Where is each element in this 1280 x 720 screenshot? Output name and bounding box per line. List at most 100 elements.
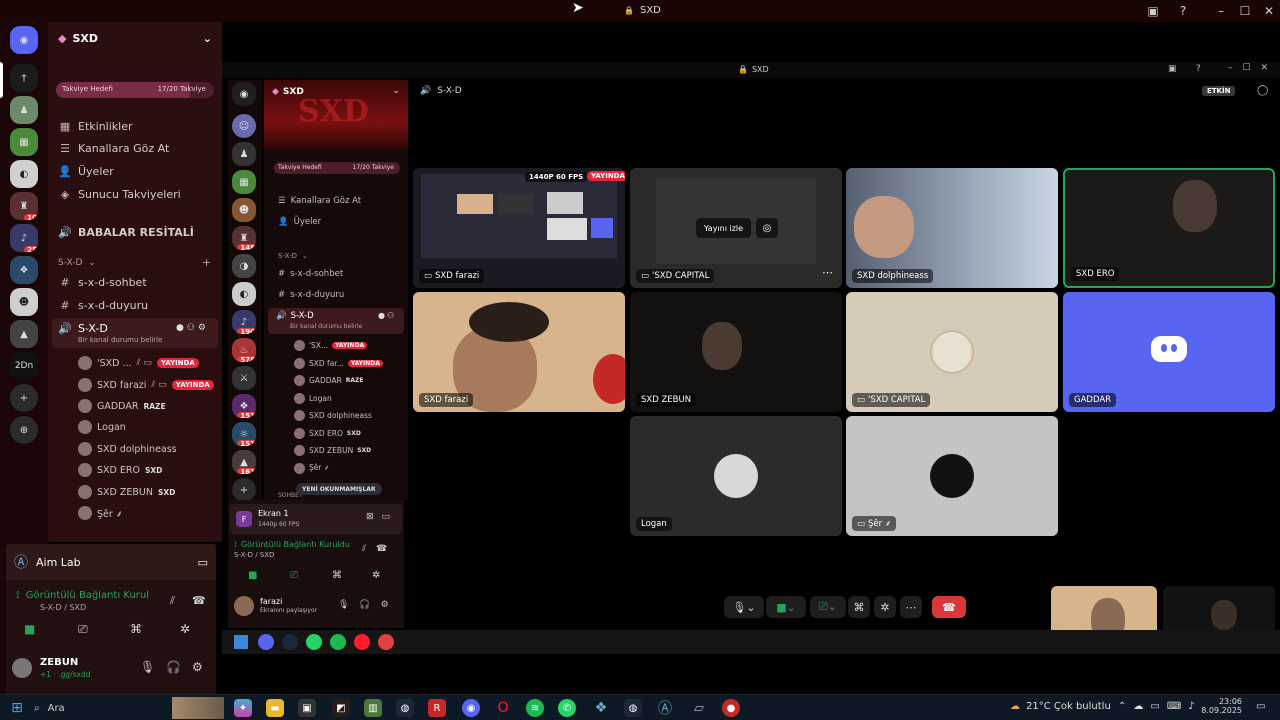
server-icon[interactable]: ♪ 25 (10, 224, 38, 252)
activity-button[interactable]: ⌘ (848, 596, 870, 618)
voice-user-row[interactable]: SXD ZEBUN SXD (78, 485, 175, 499)
avatar[interactable] (12, 658, 32, 678)
voice-user-row[interactable]: 'SXD ... ⫽ ▭ YAYINDA (78, 356, 199, 370)
tile-camera-speaking[interactable]: SXD ERO (1063, 168, 1275, 288)
activity-panel[interactable]: Ⓐ Aim Lab ▭ (6, 544, 216, 580)
taskbar-search[interactable]: ⌕ Ara (34, 699, 164, 717)
spotify-icon[interactable]: ≋ (526, 699, 544, 717)
voice-channel-actions[interactable]: ●⚇⚙ (176, 323, 209, 333)
tile-camera[interactable]: SXD farazi (413, 292, 625, 412)
app-icon[interactable]: ▥ (364, 699, 382, 717)
watch-together-icon[interactable]: ◎ (756, 218, 778, 238)
discord-icon[interactable]: ◉ (462, 699, 480, 717)
app-icon[interactable]: ● (722, 699, 740, 717)
opera-icon[interactable]: O (494, 699, 512, 717)
channel-duyuru[interactable]: # s-x-d-duyuru (58, 299, 148, 312)
app-icon[interactable]: R (428, 699, 446, 717)
headphones-icon[interactable]: 🎧 (166, 660, 181, 674)
tile-avatar[interactable]: ▭ 'SXD CAPITAL (846, 292, 1058, 412)
channel-babalar[interactable]: 🔊 BABALAR RESİTALİ (58, 226, 194, 239)
activity-icon[interactable]: ⌘ (130, 622, 154, 640)
voice-channel-active[interactable]: 🔊 S-X-D Bir kanal durumu belirle ●⚇⚙ (52, 318, 218, 348)
inbox-icon[interactable]: ▣ (1142, 2, 1164, 20)
minimize-button[interactable]: – (1210, 2, 1232, 20)
app-icon[interactable]: ◩ (332, 699, 350, 717)
more-options-button[interactable]: ⋯ (900, 596, 922, 618)
voice-connection[interactable]: ⟟ Görüntülü Bağlantı Kurul (16, 590, 149, 601)
voice-user-row[interactable]: SXD dolphineass (78, 442, 177, 456)
tray-icons[interactable]: ⌃☁▭⌨♪ (1118, 701, 1202, 712)
noise-suppression-icon[interactable]: ⫽ (170, 594, 175, 608)
app-icon[interactable]: ▣ (298, 699, 316, 717)
steam-icon[interactable]: ◍ (396, 699, 414, 717)
aimlab-icon[interactable]: Ⓐ (656, 699, 674, 717)
windows-start-icon[interactable]: ⊞ (8, 699, 26, 717)
category-sxd[interactable]: S-X-D ⌄ (58, 258, 96, 268)
voice-connection-channel[interactable]: S-X-D / SXD (40, 603, 86, 612)
server-icon[interactable]: ◐ (10, 160, 38, 188)
add-channel-icon[interactable]: + (202, 256, 211, 269)
app-icon[interactable]: ❖ (592, 699, 610, 717)
tile-camera[interactable]: SXD ZEBUN (630, 292, 842, 412)
server-icon[interactable]: ♜ 10 (10, 192, 38, 220)
tile-discord[interactable]: GADDAR (1063, 292, 1275, 412)
settings-gear-icon[interactable]: ⚙ (192, 660, 203, 674)
hangup-button[interactable]: ☎ (932, 596, 966, 618)
boost-icon: ◈ (60, 188, 70, 201)
microphone-icon[interactable]: 🎙 (140, 660, 155, 674)
menu-events[interactable]: ▦ Etkinlikler (58, 120, 133, 133)
tile-screen-share[interactable]: 1440P 60 FPS YAYINDA ▭ SXD farazi (413, 168, 625, 288)
discover-icon[interactable]: ⊕ (10, 416, 38, 444)
more-icon[interactable]: ⋯ (822, 266, 833, 279)
tile-camera[interactable]: SXD dolphineass (846, 168, 1058, 288)
voice-user-row[interactable]: SXD farazi ⫽ ▭ YAYINDA (78, 378, 214, 392)
tile-avatar[interactable]: Logan (630, 416, 842, 536)
file-explorer-icon[interactable]: ▬ (266, 699, 284, 717)
channel-sohbet[interactable]: # s-x-d-sohbet (58, 276, 146, 289)
notifications-icon[interactable]: ▭ (1256, 701, 1265, 712)
mute-button[interactable]: 🎙⌄ (724, 596, 764, 618)
voice-status[interactable]: Bir kanal durumu belirle (78, 336, 162, 344)
server-icon-sxd[interactable]: † (10, 64, 38, 92)
voice-user-row[interactable]: SXD ERO SXD (78, 463, 162, 477)
watch-stream-button[interactable]: Yayını izle (696, 218, 752, 238)
server-icon[interactable]: ♟ (10, 96, 38, 124)
voice-user-row[interactable]: Logan (78, 420, 126, 434)
current-user-name[interactable]: ZEBUN (40, 657, 78, 668)
screen-share-button[interactable]: ⎚⌄ (810, 596, 846, 618)
server-icon[interactable]: ▲ (10, 320, 38, 348)
discord-home-icon[interactable]: ◉ (10, 26, 38, 54)
server-icon[interactable]: ▦ (10, 128, 38, 156)
soundboard-button[interactable]: ✲ (874, 596, 896, 618)
clock[interactable]: 23:06 8.09.2025 (1198, 697, 1242, 715)
camera-button[interactable]: ■⌄ (766, 596, 806, 618)
avatar (294, 340, 305, 351)
menu-members[interactable]: 👤 Üyeler (58, 165, 114, 178)
help-icon[interactable]: ? (1172, 2, 1194, 20)
tile-avatar[interactable]: ▭ Şêr ⸙ (846, 416, 1058, 536)
copilot-icon[interactable]: ✦ (234, 699, 252, 717)
voice-user-row[interactable]: Şêr ⸙ (78, 506, 123, 520)
server-header[interactable]: ◆ SXD ⌄ (48, 22, 222, 54)
weather-widget[interactable]: ☁ 21°C Çok bulutlu (1010, 701, 1111, 712)
add-server-icon[interactable]: + (10, 384, 38, 412)
whatsapp-icon[interactable]: ✆ (558, 699, 576, 717)
maximize-button[interactable]: ☐ (1234, 2, 1256, 20)
menu-boosts[interactable]: ◈ Sunucu Takviyeleri (58, 188, 181, 201)
steam-icon[interactable]: ◍ (624, 699, 642, 717)
app-icon[interactable]: ▱ (690, 699, 708, 717)
server-icon[interactable]: ❖ (10, 256, 38, 284)
camera-face (1211, 600, 1237, 630)
soundboard-icon[interactable]: ✲ (180, 622, 204, 640)
boost-goal-bar[interactable]: Takviye Hedefi 17/20 Takviye (56, 82, 214, 98)
activity-screen-icon[interactable]: ▭ (198, 556, 208, 569)
server-icon-2dn[interactable]: 2Dn (10, 352, 38, 380)
close-button[interactable]: ✕ (1258, 2, 1280, 20)
server-icon[interactable]: ☻ (10, 288, 38, 316)
voice-user-row[interactable]: GADDAR RAZE (78, 399, 166, 413)
disconnect-icon[interactable]: ☎ (192, 594, 206, 607)
tile-stream-preview[interactable]: Yayını izle ◎ ⋯ ▭ 'SXD CAPITAL (630, 168, 842, 288)
camera-icon[interactable]: ■ (24, 622, 48, 640)
menu-browse-channels[interactable]: ☰ Kanallara Göz At (58, 142, 169, 155)
screen-share-icon[interactable]: ⎚ (78, 622, 102, 640)
